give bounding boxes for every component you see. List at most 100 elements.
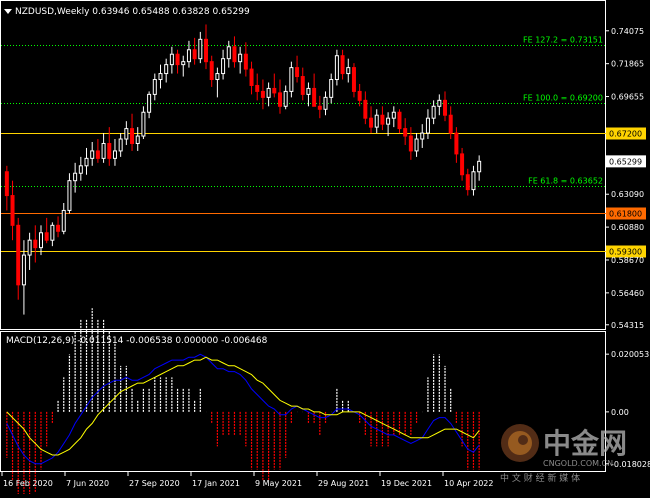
bull-candle [50,224,55,241]
bull-candle [477,160,482,173]
bear-candle [363,99,368,119]
bull-candle [198,38,203,60]
bull-candle [414,138,419,152]
bull-candle [306,87,311,95]
bear-candle [204,38,209,63]
bull-candle [391,111,396,119]
watermark-logo-text: 中金网 [543,427,627,460]
bear-candle [44,232,49,241]
macd-axis-label: 0.020053 [611,350,649,359]
bull-candle [420,132,425,140]
bull-candle [283,90,288,107]
price-axis-label: 0.58670 [611,256,644,265]
bull-candle [329,79,334,98]
price-pane-frame [0,0,606,330]
bull-candle [73,172,78,182]
bear-candle [357,90,362,101]
bear-candle [295,67,300,78]
time-axis-label: 10 Apr 2022 [444,479,493,488]
time-axis-label: 16 Feb 2020 [3,479,53,488]
bull-candle [471,171,476,191]
price-axis-label: 0.56460 [611,289,644,298]
macd-axis-label: 0.00 [611,408,629,417]
bear-candle [10,195,15,226]
fib-level-label: FE 100.0 = 0.69200 [523,94,603,103]
bull-candle [346,67,351,75]
bull-candle [238,53,243,63]
bear-candle [340,55,345,75]
bear-candle [4,171,9,197]
macd-header: MACD(12,26,9) -0.011514 -0.006538 0.0000… [6,336,268,346]
bull-candle [27,239,32,256]
time-axis-label: 27 Sep 2020 [129,479,180,488]
bull-candle [135,135,140,144]
bear-candle [454,132,459,155]
bear-candle [232,46,237,63]
bull-candle [221,58,226,75]
bull-candle [289,67,294,92]
bull-candle [215,73,220,81]
watermark-tagline: 中 文 财 经 新 媒 体 [500,472,580,484]
bull-candle [67,180,72,211]
bull-candle [164,64,169,75]
bear-candle [317,105,322,110]
bear-candle [107,142,112,159]
time-axis-label: 29 Aug 2021 [318,479,369,488]
bull-candle [374,114,379,128]
bull-candle [181,61,186,66]
bull-candle [226,46,231,60]
trading-chart[interactable]: NZDUSD,Weekly 0.63946 0.65488 0.63828 0.… [0,0,650,498]
bear-candle [175,53,180,66]
price-axis-label: 0.74075 [611,27,644,36]
bear-candle [380,114,385,125]
cngold-watermark-logo: 中金网 CNGOLD.COM.CN 中 文 财 经 新 媒 体 [500,424,627,484]
price-axis-label: 0.69655 [611,93,644,102]
bear-candle [460,153,465,176]
bull-candle [61,209,66,232]
bull-candle [38,232,43,249]
bear-candle [249,68,254,86]
watermark-url: CNGOLD.COM.CN [543,459,613,468]
bull-candle [101,142,106,159]
bear-candle [351,67,356,92]
bull-candle [112,150,117,159]
time-axis-label: 17 Jan 2021 [192,479,240,488]
dropdown-arrow-icon[interactable] [4,9,12,14]
chart-window[interactable]: NZDUSD,Weekly 0.63946 0.65488 0.63828 0.… [0,0,650,498]
bear-candle [272,87,277,94]
price-axis-label: 0.71865 [611,60,644,69]
bull-candle [386,117,391,125]
bear-candle [209,61,214,81]
bull-candle [323,96,328,110]
bear-candle [255,84,260,92]
bear-candle [16,224,21,286]
price-axis-label: 0.54315 [611,321,644,330]
bull-candle [266,87,271,98]
bull-candle [124,128,129,140]
bear-candle [397,111,402,130]
bull-candle [21,254,26,286]
time-axis-label: 7 Jun 2020 [66,479,109,488]
bull-candle [90,150,95,159]
bear-candle [312,87,317,107]
bull-candle [437,99,442,107]
time-axis-label: 19 Dec 2021 [381,479,432,488]
bear-candle [243,53,248,70]
bear-candle [448,114,453,134]
bull-candle [78,165,83,174]
fib-level-label: FE 127.2 = 0.73151 [523,36,603,45]
bull-candle [84,157,89,167]
bear-candle [260,90,265,98]
price-axis-label: 0.60880 [611,223,644,232]
bear-candle [95,150,100,159]
price-tag-label: 0.67200 [609,130,642,139]
time-axis-label: 9 May 2021 [255,479,302,488]
bull-candle [334,55,339,81]
macd-signal-line [6,356,480,456]
bull-candle [118,138,123,152]
bear-candle [403,128,408,137]
bull-candle [431,105,436,119]
bear-candle [465,174,470,191]
bear-candle [130,128,135,144]
bear-candle [192,49,197,60]
